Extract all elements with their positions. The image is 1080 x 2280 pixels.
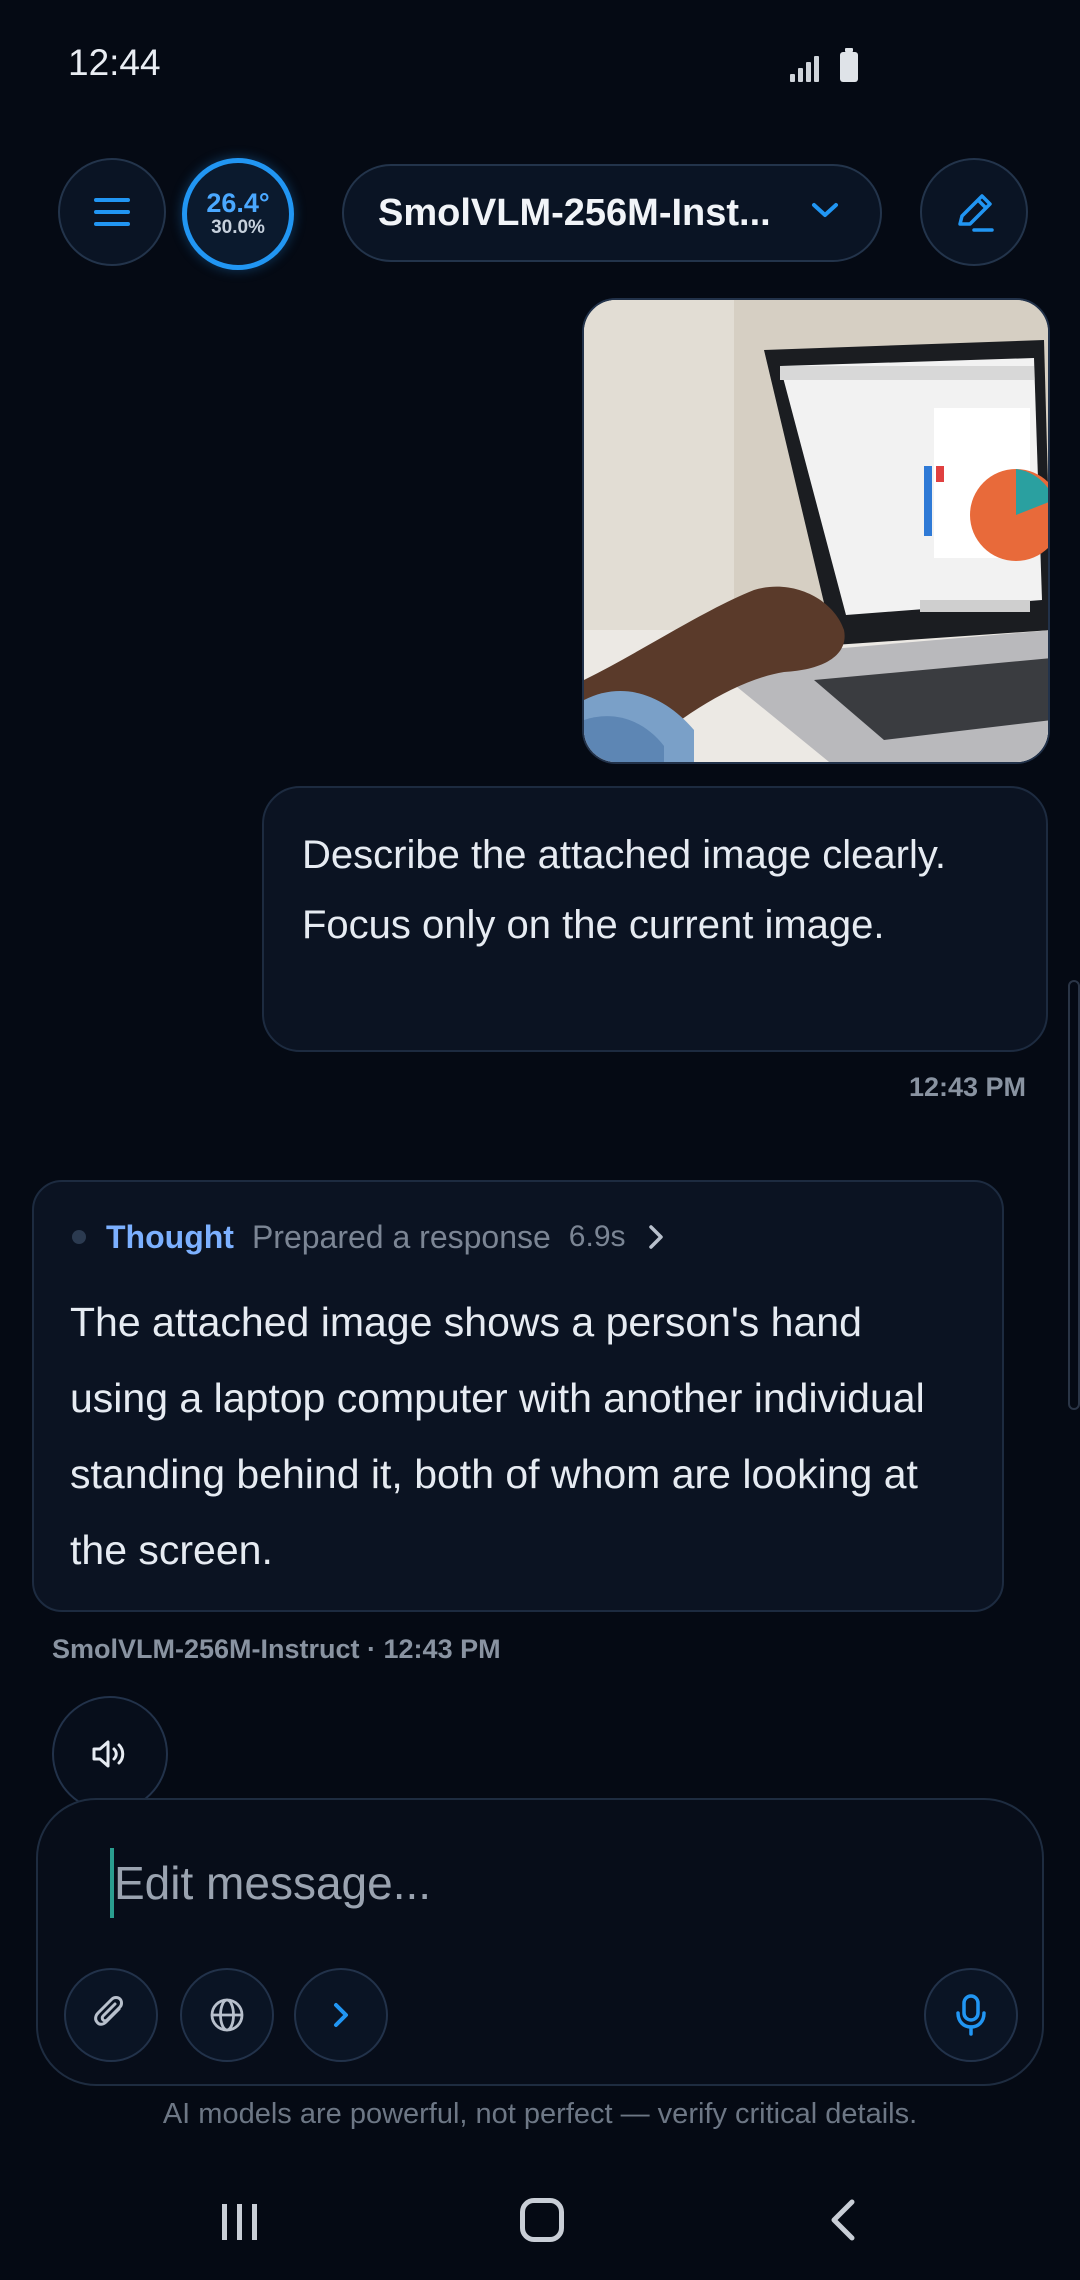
disclaimer-text: AI models are powerful, not perfect — ve… [162,2098,918,2130]
thought-dot-icon [72,1230,86,1244]
back-icon[interactable] [826,2196,860,2244]
device-temperature-badge[interactable]: 26.4° 30.0% [182,158,294,270]
signal-icon [790,56,822,82]
chevron-right-icon[interactable] [648,1224,664,1250]
model-selector[interactable]: SmolVLM-256M-Inst... [342,164,882,262]
edge-panel-handle[interactable] [1068,980,1080,1410]
user-message-time: 12:43 PM [908,1072,1026,1102]
ai-message-meta: SmolVLM-256M-Instruct · 12:43 PM [52,1634,501,1664]
new-chat-button[interactable] [920,158,1028,266]
home-icon[interactable] [520,2198,564,2242]
user-message-bubble[interactable]: Describe the attached image clearly. Foc… [262,786,1048,1052]
expand-tools-button[interactable] [294,1968,388,2062]
temperature-value: 26.4° [206,188,270,218]
battery-icon [840,48,858,82]
model-name: SmolVLM-256M-Inst... [378,191,771,234]
usage-value: 30.0% [211,217,265,238]
status-time: 12:44 [68,42,161,83]
read-aloud-button[interactable] [52,1696,168,1812]
status-bar: 12:44 [0,0,1080,130]
thought-row[interactable]: Thought Prepared a response 6.9s [70,1212,966,1262]
edit-icon [958,194,994,232]
system-nav-bar [0,2180,1080,2280]
menu-button[interactable] [58,158,166,266]
voice-input-button[interactable] [924,1968,1018,2062]
chevron-down-icon [812,203,838,217]
thought-label: Thought [106,1218,234,1255]
thought-time: 6.9s [568,1220,626,1253]
speaker-icon [92,1740,125,1768]
chevron-right-icon [334,2003,348,2027]
attached-image[interactable] [582,298,1050,764]
attach-button[interactable] [64,1968,158,2062]
ai-message-bubble[interactable]: Thought Prepared a response 6.9s The att… [32,1180,1004,1612]
top-bar: 26.4° 30.0% SmolVLM-256M-Inst... [0,158,1080,270]
ai-message-text: The attached image shows a person's hand… [70,1299,925,1573]
recent-apps-icon[interactable] [218,2200,262,2244]
laptop-photo [584,300,1048,762]
microphone-icon [956,1994,986,2036]
message-composer [36,1798,1044,2086]
status-icons [790,48,858,82]
web-search-button[interactable] [180,1968,274,2062]
user-message-text: Describe the attached image clearly. Foc… [302,833,947,947]
message-input[interactable] [110,1848,970,1918]
paperclip-icon [94,1996,123,2026]
globe-icon [210,1998,244,2032]
menu-icon [94,198,130,226]
thought-status: Prepared a response [251,1218,551,1255]
